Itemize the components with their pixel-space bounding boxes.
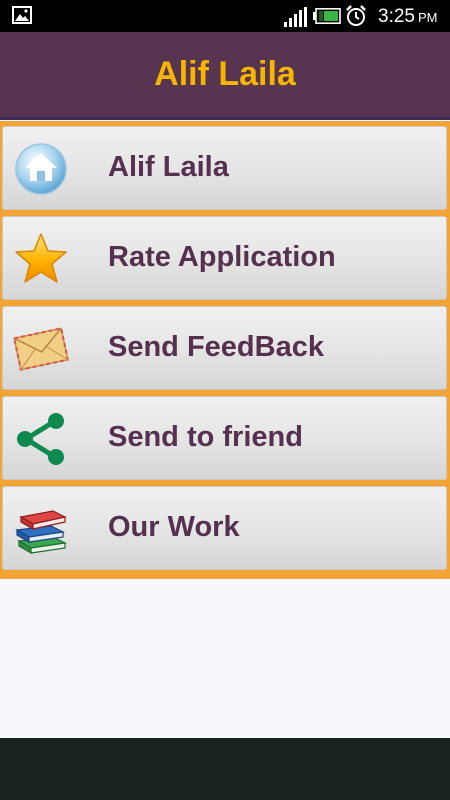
status-clock: 3:25 PM — [378, 6, 437, 28]
menu-item-label: Our Work — [108, 511, 240, 543]
menu-item-send-to-friend[interactable]: Send to friend — [2, 396, 447, 480]
home-icon — [15, 143, 67, 195]
menu-item-label: Send FeedBack — [108, 331, 324, 363]
system-nav-bar — [0, 738, 450, 800]
star-icon — [15, 233, 67, 283]
status-time: 3:25 — [378, 6, 415, 27]
menu-item-rate-application[interactable]: Rate Application — [2, 216, 447, 300]
status-bar: 3:25 PM — [0, 0, 450, 32]
menu-item-send-feedback[interactable]: Send FeedBack — [2, 306, 447, 390]
menu-panel: Alif Laila Rate Application Send FeedBac… — [0, 121, 450, 579]
alarm-clock-icon — [346, 5, 366, 26]
menu-item-label: Send to friend — [108, 421, 303, 453]
menu-item-label: Rate Application — [108, 241, 336, 273]
share-icon — [17, 413, 64, 465]
menu-item-label: Alif Laila — [108, 151, 229, 183]
status-ampm: PM — [417, 10, 438, 25]
app-header: Alif Laila — [0, 32, 450, 120]
menu-item-our-work[interactable]: Our Work — [2, 486, 447, 570]
battery-charging-icon — [313, 8, 341, 24]
menu-item-alif-laila[interactable]: Alif Laila — [2, 126, 447, 210]
app-title: Alif Laila — [154, 55, 296, 93]
content-empty-area — [0, 579, 450, 738]
envelope-icon — [13, 327, 69, 371]
gallery-icon — [12, 6, 32, 24]
books-icon — [15, 510, 67, 555]
signal-icon — [284, 7, 307, 27]
